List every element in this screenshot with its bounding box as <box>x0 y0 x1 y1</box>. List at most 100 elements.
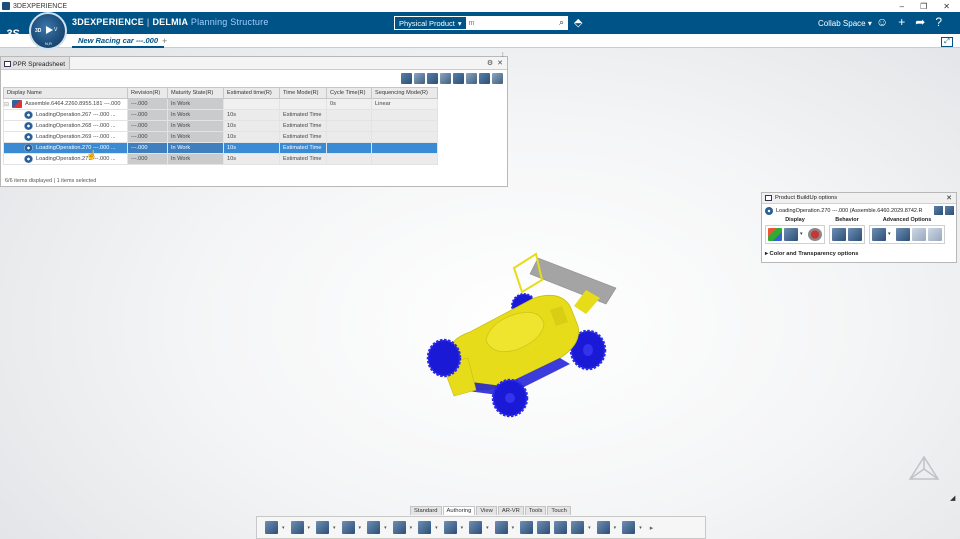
link-icon[interactable] <box>341 521 355 534</box>
search-input[interactable] <box>465 17 552 29</box>
gantt-icon[interactable] <box>494 521 508 534</box>
table-icon[interactable] <box>596 521 610 534</box>
chevron-down-icon[interactable]: ▾ <box>333 525 336 531</box>
copy-icon[interactable] <box>912 228 926 241</box>
table-row[interactable]: LoadingOperation.271 ---.000 ... ---.000… <box>3 153 438 165</box>
chevron-down-icon[interactable]: ▾ <box>461 525 464 531</box>
panel-arrow-icon[interactable]: ◢ <box>950 494 955 502</box>
chevron-down-icon[interactable]: ▾ <box>308 525 311 531</box>
expand-icon[interactable]: ⤢ <box>941 37 953 47</box>
collab-space-selector[interactable]: Collab Space ▾ <box>818 19 872 28</box>
table-row[interactable]: ⊟ Assemble.6464.2260.8955.181 ---.000 ---… <box>3 98 438 110</box>
table-row[interactable]: LoadingOperation.267 ---.000 ... ---.000… <box>3 109 438 121</box>
tag-icon[interactable]: ⬘ <box>574 16 582 29</box>
tab-standard[interactable]: Standard <box>410 506 442 515</box>
balance-icon[interactable] <box>571 521 585 534</box>
column-header-display-name[interactable]: Display Name <box>3 87 128 99</box>
insert-icon[interactable] <box>427 72 438 84</box>
column-header-maturity[interactable]: Maturity State(R) <box>167 87 224 99</box>
link-icon[interactable] <box>928 228 942 241</box>
swap-icon[interactable] <box>443 521 457 534</box>
pbu-close-icon[interactable]: ✕ <box>946 194 956 202</box>
chevron-down-icon[interactable]: ▾ <box>614 525 617 531</box>
row-name-cell[interactable]: LoadingOperation.270 ---.000 ... <box>3 142 128 154</box>
chevron-down-icon[interactable]: ▾ <box>410 525 413 531</box>
table-row[interactable]: LoadingOperation.269 ---.000 ... ---.000… <box>3 131 438 143</box>
play-icon[interactable] <box>46 26 53 34</box>
product-cube-icon[interactable] <box>265 521 278 534</box>
assembly-icon[interactable] <box>290 521 304 534</box>
share-icon[interactable]: ➦ <box>915 15 925 29</box>
chevron-down-icon[interactable]: ▾ <box>435 525 438 531</box>
panel-grip-icon[interactable]: ⁞ <box>502 53 504 59</box>
resource-icon[interactable] <box>554 521 568 534</box>
row-name-cell[interactable]: LoadingOperation.271 ---.000 ... <box>3 153 128 165</box>
axis-triad-icon[interactable] <box>908 455 940 483</box>
minimize-button[interactable]: – <box>900 2 904 11</box>
color-cube-icon[interactable] <box>768 228 782 241</box>
sequence-icon[interactable] <box>520 521 534 534</box>
chevron-down-icon[interactable]: ▾ <box>639 525 642 531</box>
table-row-selected[interactable]: LoadingOperation.270 ---.000 ... ---.000… <box>3 142 438 154</box>
maximize-button[interactable]: ❐ <box>920 2 927 11</box>
filter-icon[interactable] <box>401 72 412 84</box>
edit-icon[interactable] <box>934 206 943 215</box>
capture-icon[interactable] <box>537 521 551 534</box>
row-name-cell[interactable]: ⊟ Assemble.6464.2260.8955.181 ---.000 <box>3 98 128 110</box>
tab-new-racing-car[interactable]: New Racing car ---.000 <box>72 36 165 48</box>
help-icon[interactable]: ? <box>935 15 942 29</box>
user-icon[interactable]: ☺ <box>876 15 888 29</box>
diamond-icon[interactable] <box>392 521 406 534</box>
chevron-down-icon[interactable]: ▾ <box>588 525 591 531</box>
chevron-down-icon[interactable]: ▾ <box>512 525 515 531</box>
expand-all-icon[interactable] <box>440 72 451 84</box>
clock-icon[interactable] <box>469 521 483 534</box>
chevron-down-icon[interactable]: ▾ <box>384 525 387 531</box>
add-tab-button[interactable]: + <box>162 36 167 46</box>
color-transparency-section[interactable]: ▸ Color and Transparency options <box>765 251 858 257</box>
column-header-time-mode[interactable]: Time Mode(R) <box>279 87 327 99</box>
row-name-cell[interactable]: LoadingOperation.269 ---.000 ... <box>3 131 128 143</box>
more-actions-icon[interactable]: ▸ <box>650 524 654 532</box>
compass-widget[interactable]: 3D V N,R <box>29 12 67 50</box>
export-icon[interactable] <box>479 72 490 84</box>
tab-view[interactable]: View <box>476 506 497 515</box>
chevron-down-icon[interactable]: ▾ <box>486 525 489 531</box>
chevron-down-icon[interactable]: ▾ <box>282 525 285 531</box>
table-row[interactable]: LoadingOperation.268 ---.000 ... ---.000… <box>3 120 438 132</box>
tab-ar-vr[interactable]: AR-VR <box>497 506 524 515</box>
chevron-down-icon[interactable]: ▾ <box>359 525 362 531</box>
ppr-title-tab[interactable]: PPR Spreadsheet <box>1 57 71 69</box>
search-icon[interactable]: ⌕ <box>559 17 564 28</box>
step-forward-icon[interactable] <box>848 228 862 241</box>
column-config-icon[interactable] <box>414 72 425 84</box>
search-context-dropdown[interactable]: Physical Product ▾ <box>395 17 466 29</box>
racing-car-model[interactable] <box>410 240 630 420</box>
refresh-icon[interactable] <box>453 72 464 84</box>
tree-collapse-icon[interactable]: ⊟ <box>4 101 9 108</box>
filter-off-icon[interactable] <box>896 228 910 241</box>
tab-tools[interactable]: Tools <box>524 506 547 515</box>
tab-touch[interactable]: Touch <box>547 506 571 515</box>
properties-icon[interactable] <box>466 72 477 84</box>
close-icon[interactable]: ✕ <box>497 59 503 67</box>
close-window-button[interactable]: ✕ <box>943 2 950 11</box>
chevron-down-icon[interactable]: ▾ <box>888 228 894 241</box>
tab-authoring[interactable]: Authoring <box>442 506 476 515</box>
hide-show-icon[interactable] <box>784 228 798 241</box>
flow-icon[interactable] <box>367 521 381 534</box>
clear-icon[interactable] <box>945 206 954 215</box>
column-header-cycle-time[interactable]: Cycle Time(R) <box>326 87 372 99</box>
column-header-estimated-time[interactable]: Estimated time(R) <box>223 87 280 99</box>
no-entry-icon[interactable] <box>808 228 822 241</box>
layout-icon[interactable] <box>492 72 503 84</box>
add-icon[interactable]: + <box>898 15 905 29</box>
chevron-down-icon[interactable]: ▾ <box>800 228 806 241</box>
stack-icon[interactable] <box>832 228 846 241</box>
column-header-revision[interactable]: Revision(R) <box>127 87 168 99</box>
exclude-icon[interactable] <box>872 228 886 241</box>
operation-tree-icon[interactable] <box>316 521 330 534</box>
row-name-cell[interactable]: LoadingOperation.267 ---.000 ... <box>3 109 128 121</box>
no-entry-icon[interactable] <box>418 521 432 534</box>
settings-icon[interactable]: ⚙ <box>487 59 493 67</box>
